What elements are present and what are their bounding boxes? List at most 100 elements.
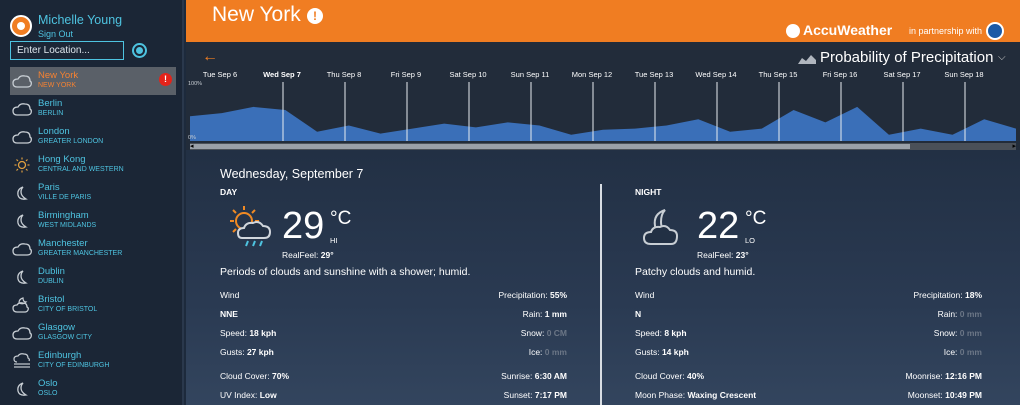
forecast-detail: Wednesday, September 7 DAY 29 °C HI Real… xyxy=(186,150,1020,405)
realfeel-label: RealFeel: xyxy=(697,250,734,260)
gusts-value: 27 kph xyxy=(246,347,274,357)
day-row-uv: UV Index: Low Sunset: 7:17 PM xyxy=(220,390,567,404)
city-item[interactable]: Dublin DUBLIN xyxy=(10,263,176,291)
chevron-down-icon[interactable]: ⌵ xyxy=(998,52,1006,63)
snow-value: 0 mm xyxy=(959,328,982,338)
city-name: Glasgow xyxy=(38,322,75,333)
city-name: Paris xyxy=(38,182,60,193)
cloud-moon-icon xyxy=(12,297,32,313)
x-tick-label[interactable]: Sun Sep 18 xyxy=(944,70,983,79)
ice-value: 0 mm xyxy=(959,347,982,357)
city-region: NEW YORK xyxy=(38,82,76,89)
scroll-right-icon[interactable]: ▸ xyxy=(1012,143,1016,150)
sign-out-link[interactable]: Sign Out xyxy=(38,29,73,39)
city-region: CITY OF BRISTOL xyxy=(38,306,98,313)
cloud-value: 70% xyxy=(271,371,289,381)
city-name: New York xyxy=(38,70,79,81)
ice-label: Ice: xyxy=(528,347,543,357)
x-tick-label[interactable]: Sat Sep 17 xyxy=(883,70,920,79)
city-region: CENTRAL AND WESTERN xyxy=(38,166,124,173)
city-region: WEST MIDLANDS xyxy=(38,222,97,229)
scroll-left-icon[interactable]: ◂ xyxy=(190,143,194,150)
cloud-label: Cloud Cover: xyxy=(635,371,685,381)
chart-scroll-thumb[interactable] xyxy=(190,144,910,149)
day-row-dir: NNE Rain: 1 mm xyxy=(220,309,567,323)
x-tick-label[interactable]: Sat Sep 10 xyxy=(449,70,486,79)
city-item[interactable]: Glasgow GLASGOW CITY xyxy=(10,319,176,347)
brand-name: AccuWeather xyxy=(803,22,893,38)
snow-value: 0 CM xyxy=(546,328,567,338)
y-tick-label: 0% xyxy=(188,135,196,141)
x-tick-label[interactable]: Wed Sep 14 xyxy=(695,70,736,79)
city-region: BERLIN xyxy=(38,110,64,117)
city-region: OSLO xyxy=(38,390,58,397)
day-night-divider xyxy=(600,184,602,405)
day-realfeel: RealFeel: 29° xyxy=(282,250,334,260)
precip-value: 55% xyxy=(549,290,567,300)
x-tick-label[interactable]: Thu Sep 15 xyxy=(759,70,798,79)
city-item[interactable]: Paris VILLE DE PARIS xyxy=(10,179,176,207)
alert-icon[interactable]: ! xyxy=(159,73,172,86)
x-tick-label[interactable]: Mon Sep 12 xyxy=(572,70,612,79)
precipitation-chart: 100% 0% Tue Sep 6 Wed Sep 7 Thu Sep 8 Fri Sep… xyxy=(188,70,1016,141)
moon-phase-label: Moon Phase: xyxy=(635,390,686,400)
night-row-phase: Moon Phase: Waxing Crescent Moonset: 10:… xyxy=(635,390,982,404)
chart-type-selector[interactable]: Probability of Precipitation xyxy=(820,49,993,66)
fog-icon xyxy=(12,353,32,369)
city-region: VILLE DE PARIS xyxy=(38,194,92,201)
city-item[interactable]: Oslo OSLO xyxy=(10,375,176,403)
day-title: DAY xyxy=(220,187,238,197)
uv-label: UV Index: xyxy=(220,390,258,400)
x-tick-label[interactable]: Fri Sep 9 xyxy=(391,70,421,79)
x-tick-label[interactable]: Wed Sep 7 xyxy=(263,70,301,79)
weather-alert-icon[interactable]: ! xyxy=(307,8,323,24)
day-temperature: 29 xyxy=(282,205,325,247)
city-name: Bristol xyxy=(38,294,65,305)
page-title: New York xyxy=(212,3,301,26)
partner-text: in partnership with xyxy=(909,26,983,36)
avatar[interactable] xyxy=(10,15,32,37)
sunrise-value: 6:30 AM xyxy=(534,371,567,381)
x-tick-label[interactable]: Tue Sep 13 xyxy=(635,70,674,79)
city-item[interactable]: Hong Kong CENTRAL AND WESTERN xyxy=(10,151,176,179)
night-temp-tag: LO xyxy=(745,236,756,245)
sunset-value: 7:17 PM xyxy=(534,390,567,400)
moonset-label: Moonset: xyxy=(907,390,943,400)
city-item[interactable]: Birmingham WEST MIDLANDS xyxy=(10,207,176,235)
rain-label: Rain: xyxy=(937,309,958,319)
locate-me-icon[interactable] xyxy=(132,43,147,58)
x-tick-label[interactable]: Tue Sep 6 xyxy=(203,70,237,79)
day-row-gusts: Gusts: 27 kph Ice: 0 mm xyxy=(220,347,567,361)
moon-icon xyxy=(12,213,32,229)
chart-scrollbar[interactable]: ◂ ▸ xyxy=(190,143,1016,150)
city-item[interactable]: New York NEW YORK! xyxy=(10,67,176,95)
x-tick-label[interactable]: Sun Sep 11 xyxy=(511,70,550,79)
cloudy-moon-icon xyxy=(642,209,679,245)
city-name: Edinburgh xyxy=(38,350,82,361)
city-name: Dublin xyxy=(38,266,65,277)
cloud-icon xyxy=(12,73,32,89)
precip-value: 18% xyxy=(964,290,982,300)
night-row-wind: Wind Precipitation: 18% xyxy=(635,290,982,304)
x-tick-label[interactable]: Fri Sep 16 xyxy=(823,70,858,79)
cloud-label: Cloud Cover: xyxy=(220,371,270,381)
city-name: London xyxy=(38,126,70,137)
city-item[interactable]: Manchester GREATER MANCHESTER xyxy=(10,235,176,263)
location-search-input[interactable] xyxy=(10,41,124,60)
back-arrow-icon[interactable]: ← xyxy=(202,48,218,66)
speed-value: 8 kph xyxy=(664,328,687,338)
city-item[interactable]: Bristol CITY OF BRISTOL xyxy=(10,291,176,319)
city-item[interactable]: Edinburgh CITY OF EDINBURGH xyxy=(10,347,176,375)
user-name: Michelle Young xyxy=(38,13,123,27)
city-item[interactable]: London GREATER LONDON xyxy=(10,123,176,151)
precipitation-area xyxy=(190,106,1016,141)
x-tick-label[interactable]: Thu Sep 8 xyxy=(327,70,362,79)
realfeel-value: 23° xyxy=(735,250,749,260)
day-row-speed: Speed: 18 kph Snow: 0 CM xyxy=(220,328,567,342)
cloud-icon xyxy=(12,325,32,341)
y-tick-label: 100% xyxy=(188,81,202,87)
area-chart-icon xyxy=(798,55,816,64)
snow-label: Snow: xyxy=(520,328,545,338)
city-name: Manchester xyxy=(38,238,88,249)
city-item[interactable]: Berlin BERLIN xyxy=(10,95,176,123)
